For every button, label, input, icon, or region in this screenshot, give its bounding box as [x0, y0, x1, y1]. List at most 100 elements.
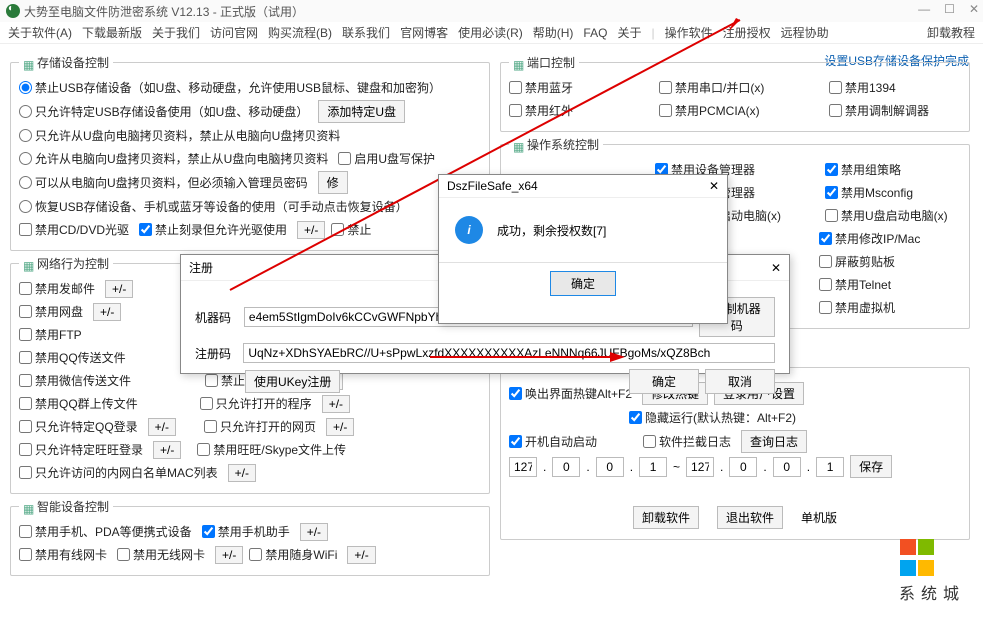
menu-site[interactable]: 访问官网 — [210, 24, 258, 41]
chk-allow-qq[interactable]: 只允许特定QQ登录 — [19, 418, 138, 435]
use-ukey-button[interactable]: 使用UKey注册 — [245, 370, 340, 393]
menu-about-soft[interactable]: 关于软件(A) — [8, 24, 72, 41]
chk-disable-ir[interactable]: 禁用红外 — [509, 102, 649, 119]
network-icon: ▦ — [23, 259, 35, 271]
pm-allow-qq[interactable]: +/- — [148, 418, 176, 436]
radio-usb-to-pc-only[interactable]: 只允许从U盘向电脑拷贝资料，禁止从电脑向U盘拷贝资料 — [19, 127, 340, 144]
menu-help[interactable]: 帮助(H) — [533, 24, 574, 41]
chk-disable-qq-file[interactable]: 禁用QQ传送文件 — [19, 349, 126, 366]
menu-faq[interactable]: FAQ — [583, 26, 607, 40]
chk-disable-wlan[interactable]: 禁用无线网卡 — [117, 546, 205, 563]
radio-allow-specific-usb[interactable]: 只允许特定USB存储设备使用（如U盘、移动硬盘） — [19, 103, 308, 120]
chk-disable-serial[interactable]: 禁用串口/并口(x) — [659, 79, 819, 96]
chk-disable-floppy[interactable]: 禁止 — [331, 221, 371, 238]
chk-disable-portable-wifi[interactable]: 禁用随身WiFi — [249, 546, 337, 563]
register-ok-button[interactable]: 确定 — [629, 369, 699, 394]
menu-contact[interactable]: 联系我们 — [342, 24, 390, 41]
pm-pwifi[interactable]: +/- — [347, 546, 375, 564]
modify-password-button[interactable]: 修 — [318, 171, 348, 194]
register-code-input[interactable] — [243, 343, 775, 363]
register-cancel-button[interactable]: 取消 — [705, 369, 775, 394]
chk-disable-lan[interactable]: 禁用有线网卡 — [19, 546, 107, 563]
legend-port: ▦端口控制 — [509, 54, 579, 71]
chk-disable-gpedit[interactable]: 禁用组策略 — [825, 161, 901, 178]
pm-wlan[interactable]: +/- — [215, 546, 243, 564]
menu-buy[interactable]: 购买流程(B) — [268, 24, 332, 41]
chk-disable-pcmcia[interactable]: 禁用PCMCIA(x) — [659, 102, 819, 119]
chk-usb-write-protect[interactable]: 启用U盘写保护 — [338, 150, 435, 167]
menu-remote[interactable]: 远程协助 — [781, 24, 829, 41]
chk-disable-burn[interactable]: 禁止刻录但允许光驱使用 — [139, 221, 287, 238]
chk-disable-clipboard[interactable]: 屏蔽剪贴板 — [819, 253, 895, 270]
exit-software-button[interactable]: 退出软件 — [717, 506, 783, 529]
chk-disable-modem[interactable]: 禁用调制解调器 — [829, 102, 929, 119]
chk-disable-ww-skype[interactable]: 禁用旺旺/Skype文件上传 — [197, 441, 346, 458]
ip-b-1[interactable] — [686, 457, 714, 477]
register-close-button[interactable]: ✕ — [771, 261, 781, 275]
ip-a-3[interactable] — [596, 457, 624, 477]
chk-hide-run[interactable]: 隐藏运行(默认热键：Alt+F2) — [629, 409, 796, 426]
ip-b-2[interactable] — [729, 457, 757, 477]
add-specific-usb-button[interactable]: 添加特定U盘 — [318, 100, 405, 123]
save-button[interactable]: 保存 — [850, 455, 892, 478]
pm-mac[interactable]: +/- — [228, 464, 256, 482]
chk-mac-whitelist[interactable]: 只允许访问的内网白名单MAC列表 — [19, 464, 218, 481]
pm-allow-ww[interactable]: +/- — [153, 441, 181, 459]
radio-restore-usb[interactable]: 恢复USB存储设备、手机或蓝牙等设备的使用（可手动点击恢复设备） — [19, 198, 408, 215]
message-ok-button[interactable]: 确定 — [550, 271, 616, 296]
maximize-button[interactable]: ☐ — [944, 2, 955, 16]
menu-about-us[interactable]: 关于我们 — [152, 24, 200, 41]
menu-download[interactable]: 下载最新版 — [82, 24, 142, 41]
device-icon: ▦ — [23, 502, 35, 514]
legend-smart: ▦智能设备控制 — [19, 498, 113, 515]
chk-allow-wangwang[interactable]: 只允许特定旺旺登录 — [19, 441, 143, 458]
menu-blog[interactable]: 官网博客 — [400, 24, 448, 41]
os-icon: ▦ — [513, 140, 525, 152]
chk-disable-qqgroup-upload[interactable]: 禁用QQ群上传文件 — [19, 395, 138, 412]
chk-disable-telnet[interactable]: 禁用Telnet — [819, 276, 891, 293]
uninstall-software-button[interactable]: 卸载软件 — [633, 506, 699, 529]
pm-netdisk[interactable]: +/- — [93, 303, 121, 321]
chk-blocklog[interactable]: 软件拦截日志 — [643, 433, 731, 450]
radio-pc-to-usb-only[interactable]: 允许从电脑向U盘拷贝资料，禁止从U盘向电脑拷贝资料 — [19, 150, 328, 167]
chk-disable-msconfig[interactable]: 禁用Msconfig — [825, 184, 913, 201]
radio-disable-usb[interactable]: 禁止USB存储设备（如U盘、移动硬盘，允许使用USB鼠标、键盘和加密狗） — [19, 79, 441, 96]
ip-b-3[interactable] — [773, 457, 801, 477]
machine-code-label: 机器码 — [195, 309, 238, 326]
legend-network: ▦网络行为控制 — [19, 255, 113, 272]
menu-uninstall-tutorial[interactable]: 卸载教程 — [927, 24, 975, 41]
chk-autostart[interactable]: 开机自动启动 — [509, 433, 597, 450]
query-log-button[interactable]: 查询日志 — [741, 430, 807, 453]
menu-operate[interactable]: 操作软件 — [665, 24, 713, 41]
chk-disable-bluetooth[interactable]: 禁用蓝牙 — [509, 79, 649, 96]
chk-allow-pages[interactable]: 只允许打开的网页 — [204, 418, 316, 435]
menubar: 关于软件(A) 下载最新版 关于我们 访问官网 购买流程(B) 联系我们 官网博… — [0, 22, 983, 44]
radio-copy-with-password[interactable]: 可以从电脑向U盘拷贝资料，但必须输入管理员密码 — [19, 174, 308, 191]
chk-disable-wechat-file[interactable]: 禁用微信传送文件 — [19, 372, 131, 389]
chk-disable-ipmac[interactable]: 禁用修改IP/Mac — [819, 230, 920, 247]
chk-disable-1394[interactable]: 禁用1394 — [829, 79, 896, 96]
chk-disable-vm[interactable]: 禁用虚拟机 — [819, 299, 895, 316]
pm-mail[interactable]: +/- — [105, 280, 133, 298]
ip-a-4[interactable] — [639, 457, 667, 477]
chk-disable-phone-helper[interactable]: 禁用手机助手 — [202, 523, 290, 540]
pm-button-1[interactable]: +/- — [297, 221, 325, 239]
minimize-button[interactable]: — — [918, 2, 930, 16]
chk-disable-netdisk[interactable]: 禁用网盘 — [19, 303, 83, 320]
ip-a-1[interactable] — [509, 457, 537, 477]
chk-disable-mail[interactable]: 禁用发邮件 — [19, 280, 95, 297]
menu-about[interactable]: 关于 — [617, 24, 641, 41]
message-close-button[interactable]: ✕ — [709, 179, 719, 193]
chk-disable-pda[interactable]: 禁用手机、PDA等便携式设备 — [19, 523, 192, 540]
chk-disable-cd[interactable]: 禁用CD/DVD光驱 — [19, 221, 129, 238]
pm-allow-page[interactable]: +/- — [326, 418, 354, 436]
menu-readme[interactable]: 使用必读(R) — [458, 24, 523, 41]
chk-disable-usbboot[interactable]: 禁用U盘启动电脑(x) — [825, 207, 948, 224]
menu-register[interactable]: 注册授权 — [723, 24, 771, 41]
app-icon — [6, 4, 20, 18]
close-button[interactable]: ✕ — [969, 2, 979, 16]
pm-phone[interactable]: +/- — [300, 523, 328, 541]
ip-a-2[interactable] — [552, 457, 580, 477]
ip-b-4[interactable] — [816, 457, 844, 477]
chk-disable-ftp[interactable]: 禁用FTP — [19, 326, 82, 343]
